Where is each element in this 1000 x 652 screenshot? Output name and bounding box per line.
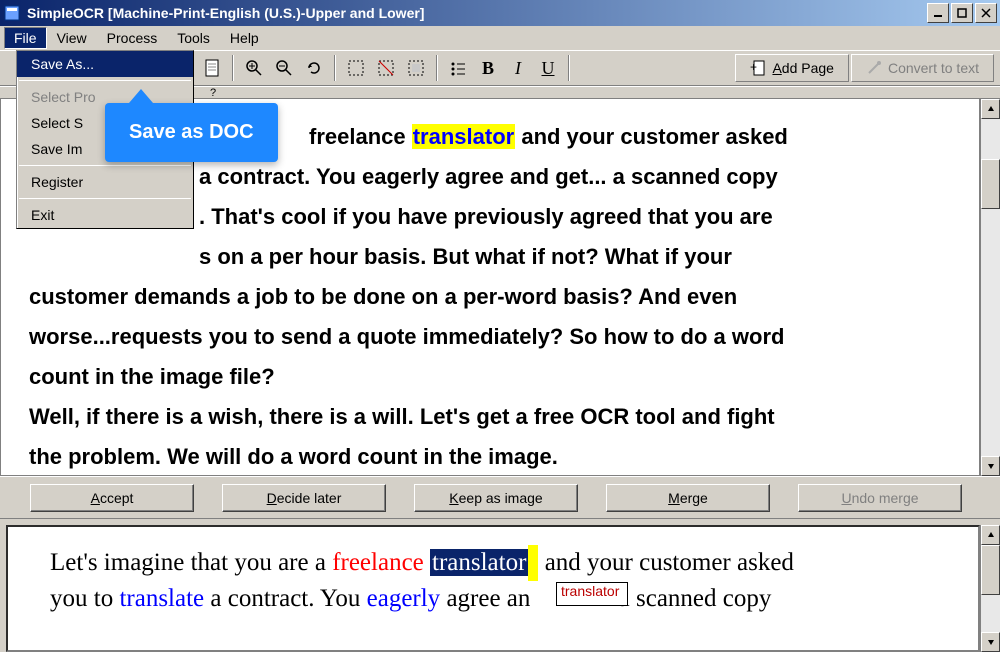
- italic-icon[interactable]: I: [504, 54, 532, 82]
- result-text[interactable]: Let's imagine that you are a freelance t…: [6, 525, 980, 652]
- maximize-button[interactable]: [951, 3, 973, 23]
- crop-left-icon[interactable]: [372, 54, 400, 82]
- keep-as-image-button[interactable]: Keep as image: [414, 484, 578, 512]
- convert-label: Convert to text: [888, 60, 979, 76]
- menu-process[interactable]: Process: [97, 27, 168, 49]
- rotate-icon[interactable]: [300, 54, 328, 82]
- window-title: SimpleOCR [Machine-Print-English (U.S.)-…: [27, 5, 927, 21]
- selected-word[interactable]: translator: [430, 549, 528, 576]
- menubar: File View Process Tools Help: [0, 26, 1000, 50]
- add-page-label: dd Page: [782, 60, 834, 76]
- crop-right-icon[interactable]: [402, 54, 430, 82]
- red-word: freelance: [332, 549, 424, 576]
- help-hint-icon: ?: [210, 87, 216, 99]
- result-pane: Let's imagine that you are a freelance t…: [0, 518, 1000, 652]
- result-scrollbar[interactable]: [980, 525, 1000, 652]
- scroll-up-icon[interactable]: [981, 99, 1000, 119]
- scroll-thumb[interactable]: [981, 159, 1000, 209]
- menu-exit[interactable]: Exit: [17, 202, 193, 228]
- list-icon[interactable]: [444, 54, 472, 82]
- minimize-button[interactable]: [927, 3, 949, 23]
- menu-save-as[interactable]: Save As...: [17, 51, 193, 77]
- highlighted-word: translator: [412, 124, 515, 149]
- vertical-scrollbar[interactable]: [980, 99, 1000, 476]
- suggestion-item[interactable]: translator: [561, 583, 623, 599]
- page-icon[interactable]: [198, 54, 226, 82]
- zoom-out-icon[interactable]: [270, 54, 298, 82]
- decide-later-button[interactable]: Decide later: [222, 484, 386, 512]
- scroll-down-icon[interactable]: [981, 456, 1000, 476]
- cursor-highlight: [528, 545, 538, 581]
- wand-icon: [866, 60, 882, 76]
- titlebar: SimpleOCR [Machine-Print-English (U.S.)-…: [0, 0, 1000, 26]
- tutorial-callout: Save as DOC: [105, 103, 278, 162]
- add-page-icon: +: [750, 59, 766, 77]
- menu-register[interactable]: Register: [17, 169, 193, 195]
- menu-view[interactable]: View: [47, 27, 97, 49]
- undo-merge-button: Undo merge: [798, 484, 962, 512]
- scroll-thumb[interactable]: [981, 545, 1000, 595]
- scroll-down-icon[interactable]: [981, 632, 1000, 652]
- add-page-button[interactable]: + Add Page: [735, 54, 849, 82]
- menu-file[interactable]: File: [4, 27, 47, 49]
- underline-icon[interactable]: U: [534, 54, 562, 82]
- accept-button[interactable]: Accept: [30, 484, 194, 512]
- scroll-up-icon[interactable]: [981, 525, 1000, 545]
- app-icon: [3, 4, 21, 22]
- bold-icon[interactable]: B: [474, 54, 502, 82]
- zoom-in-icon[interactable]: [240, 54, 268, 82]
- merge-button[interactable]: Merge: [606, 484, 770, 512]
- scroll-track[interactable]: [981, 119, 1000, 456]
- menu-help[interactable]: Help: [220, 27, 269, 49]
- svg-text:+: +: [750, 60, 757, 74]
- action-bar: Accept Decide later Keep as image Merge …: [0, 476, 1000, 518]
- close-button[interactable]: [975, 3, 997, 23]
- convert-button: Convert to text: [851, 54, 994, 82]
- menu-tools[interactable]: Tools: [167, 27, 220, 49]
- suggestion-popup[interactable]: translator: [556, 582, 628, 606]
- region-tool-icon[interactable]: [342, 54, 370, 82]
- scroll-track[interactable]: [981, 545, 1000, 632]
